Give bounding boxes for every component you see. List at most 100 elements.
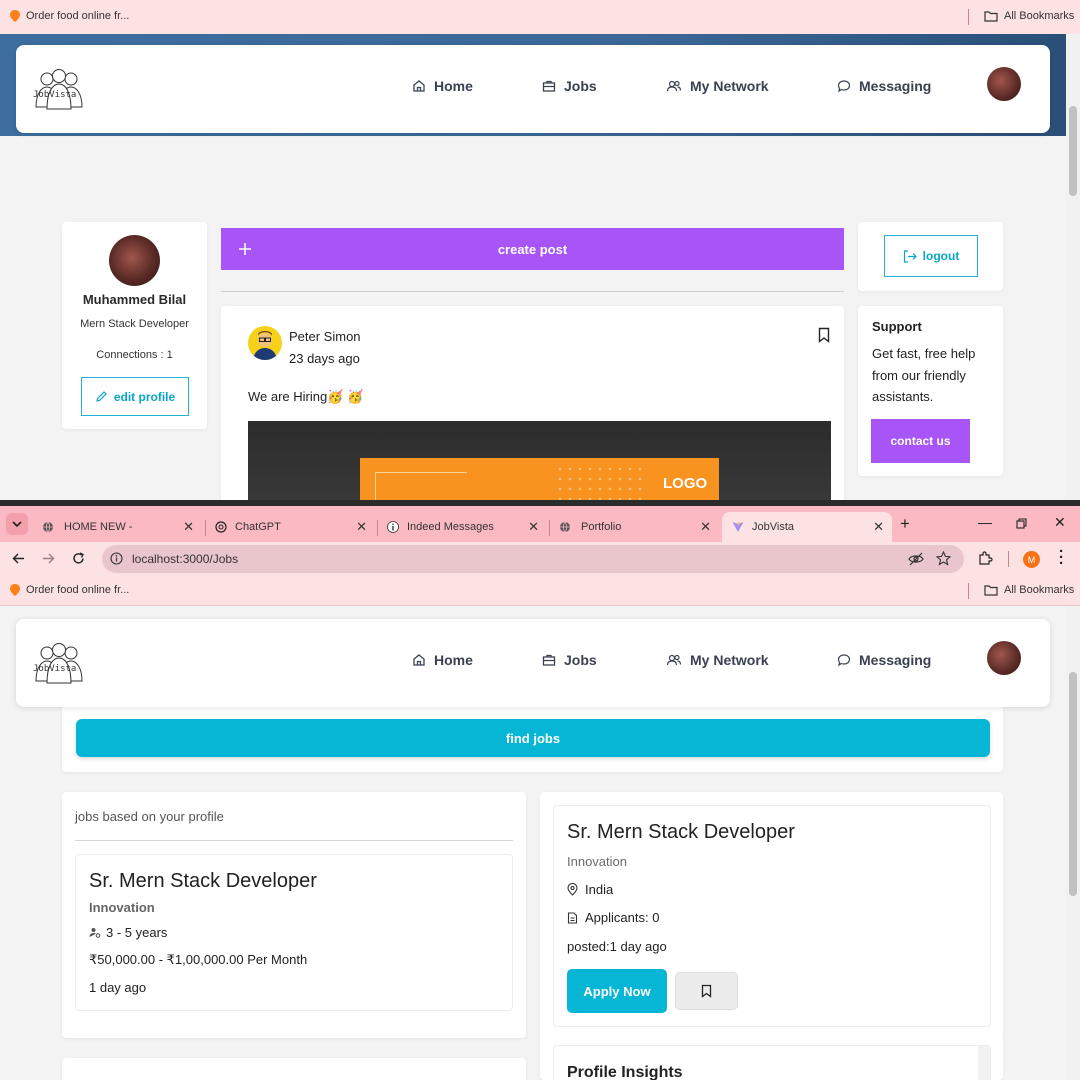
divider bbox=[221, 291, 844, 292]
close-tab-icon[interactable]: ✕ bbox=[356, 519, 367, 535]
user-avatar[interactable] bbox=[987, 67, 1021, 101]
jobvista-logo[interactable]: JobVista bbox=[30, 67, 88, 111]
page-scrollbar[interactable] bbox=[1066, 34, 1080, 500]
people-icon bbox=[666, 80, 682, 92]
folder-icon bbox=[984, 584, 998, 596]
toolbar-divider bbox=[1008, 551, 1009, 567]
bookmark-divider bbox=[968, 9, 969, 25]
nav-home[interactable]: Home bbox=[412, 78, 473, 94]
top-browser-window: Order food online fr... All Bookmarks Jo… bbox=[0, 0, 1080, 500]
nav-network-label: My Network bbox=[690, 78, 769, 94]
all-bookmarks[interactable]: All Bookmarks bbox=[984, 584, 1074, 596]
user-avatar[interactable] bbox=[987, 641, 1021, 675]
close-tab-icon[interactable]: ✕ bbox=[700, 519, 711, 535]
jobs-list-panel-next bbox=[62, 1058, 526, 1080]
swiggy-icon bbox=[10, 10, 20, 22]
applicants-text: Applicants: 0 bbox=[585, 910, 660, 925]
all-bookmarks[interactable]: All Bookmarks bbox=[984, 10, 1074, 22]
bookmark-order-food[interactable]: Order food online fr... bbox=[10, 10, 129, 22]
bookmark-label: Order food online fr... bbox=[26, 10, 130, 22]
insights-scrollbar[interactable] bbox=[978, 1046, 990, 1080]
nav-home[interactable]: Home bbox=[412, 652, 473, 668]
edit-profile-button[interactable]: edit profile bbox=[81, 377, 189, 416]
job-card-salary: ₹50,000.00 - ₹1,00,000.00 Per Month bbox=[89, 952, 308, 967]
close-window-icon[interactable]: ✕ bbox=[1054, 514, 1066, 531]
nav-network-label: My Network bbox=[690, 652, 769, 668]
reload-icon[interactable] bbox=[72, 552, 85, 565]
globe-icon bbox=[43, 521, 53, 533]
tab-search-button[interactable] bbox=[6, 513, 28, 535]
tab-label: ChatGPT bbox=[235, 521, 281, 533]
forward-arrow-icon[interactable] bbox=[42, 552, 55, 565]
save-job-button[interactable] bbox=[675, 972, 738, 1010]
support-title: Support bbox=[872, 319, 922, 334]
tab-chatgpt[interactable]: ChatGPT ✕ bbox=[205, 512, 375, 542]
find-jobs-button[interactable]: find jobs bbox=[76, 719, 990, 757]
tab-home-new[interactable]: HOME NEW - ✕ bbox=[32, 512, 202, 542]
profile-avatar[interactable] bbox=[109, 235, 160, 286]
close-tab-icon[interactable]: ✕ bbox=[528, 519, 539, 535]
jobs-list-panel: jobs based on your profile Sr. Mern Stac… bbox=[62, 792, 526, 1038]
logout-card: logout bbox=[858, 222, 1003, 291]
info-icon bbox=[387, 521, 399, 533]
create-post-button[interactable]: create post bbox=[221, 228, 844, 270]
profile-avatar-button[interactable]: M bbox=[1023, 551, 1040, 568]
logout-label: logout bbox=[922, 249, 960, 263]
job-card-title[interactable]: Sr. Mern Stack Developer bbox=[89, 870, 317, 893]
contact-us-button[interactable]: contact us bbox=[871, 419, 970, 463]
post-text: We are Hiring🥳 🥳 bbox=[248, 389, 364, 404]
nav-messaging[interactable]: Messaging bbox=[837, 78, 931, 94]
pencil-icon bbox=[96, 391, 107, 402]
nav-my-network[interactable]: My Network bbox=[666, 78, 769, 94]
bookmark-icon[interactable] bbox=[818, 327, 830, 343]
close-tab-icon[interactable]: ✕ bbox=[183, 519, 194, 535]
url-omnibox[interactable]: localhost:3000/Jobs bbox=[102, 545, 964, 573]
job-detail-location: India bbox=[567, 882, 613, 897]
people-icon bbox=[666, 654, 682, 666]
profile-connections: Connections : 1 bbox=[96, 349, 173, 361]
tab-jobvista[interactable]: JobVista ✕ bbox=[722, 512, 892, 542]
profile-insights-panel: Profile Insights bbox=[540, 1034, 1003, 1080]
new-tab-icon[interactable]: + bbox=[900, 514, 910, 534]
job-detail-title: Sr. Mern Stack Developer bbox=[567, 821, 795, 843]
back-arrow-icon[interactable] bbox=[12, 552, 25, 565]
job-detail-posted: posted:1 day ago bbox=[567, 939, 667, 954]
nav-messaging[interactable]: Messaging bbox=[837, 652, 931, 668]
apply-now-button[interactable]: Apply Now bbox=[567, 969, 667, 1013]
job-card[interactable]: Sr. Mern Stack Developer Innovation 3 - … bbox=[75, 854, 513, 1011]
bookmark-divider bbox=[968, 583, 969, 599]
post-author[interactable]: Peter Simon bbox=[289, 329, 361, 344]
tab-indeed-messages[interactable]: Indeed Messages ✕ bbox=[377, 512, 547, 542]
job-card-company: Innovation bbox=[89, 900, 155, 915]
nav-jobs[interactable]: Jobs bbox=[542, 78, 597, 94]
restore-icon[interactable] bbox=[1016, 518, 1027, 529]
logo-text: JobVista bbox=[33, 90, 76, 100]
bookmark-order-food[interactable]: Order food online fr... bbox=[10, 584, 129, 596]
post-time: 23 days ago bbox=[289, 351, 360, 366]
home-icon bbox=[413, 654, 425, 666]
kebab-menu-icon[interactable]: · · · bbox=[1059, 544, 1064, 571]
bookmarks-bar: Order food online fr... All Bookmarks bbox=[0, 576, 1080, 606]
extensions-icon[interactable] bbox=[978, 551, 993, 566]
home-icon bbox=[413, 80, 425, 92]
author-avatar[interactable] bbox=[248, 326, 282, 360]
page-scrollbar[interactable] bbox=[1066, 606, 1080, 1080]
bottom-browser-window: HOME NEW - ✕ ChatGPT ✕ Indeed Messages ✕… bbox=[0, 500, 1080, 1080]
jobvista-logo[interactable]: JobVista bbox=[30, 641, 88, 685]
star-icon[interactable] bbox=[936, 551, 951, 566]
close-tab-icon[interactable]: ✕ bbox=[873, 519, 884, 535]
scrollbar-thumb[interactable] bbox=[1069, 672, 1077, 896]
bookmark-icon bbox=[701, 984, 712, 998]
nav-home-label: Home bbox=[434, 78, 473, 94]
nav-jobs[interactable]: Jobs bbox=[542, 652, 597, 668]
post-image[interactable]: LOGO bbox=[248, 421, 831, 500]
eye-slash-icon[interactable] bbox=[908, 552, 924, 566]
location-pin-icon bbox=[567, 883, 578, 896]
logout-button[interactable]: logout bbox=[884, 235, 978, 277]
scrollbar-thumb[interactable] bbox=[1069, 106, 1077, 196]
tab-label: HOME NEW - bbox=[64, 521, 133, 533]
tab-portfolio[interactable]: Portfolio ✕ bbox=[549, 512, 719, 542]
nav-my-network[interactable]: My Network bbox=[666, 652, 769, 668]
site-info-icon[interactable] bbox=[110, 552, 123, 565]
minimize-icon[interactable]: — bbox=[978, 514, 992, 530]
